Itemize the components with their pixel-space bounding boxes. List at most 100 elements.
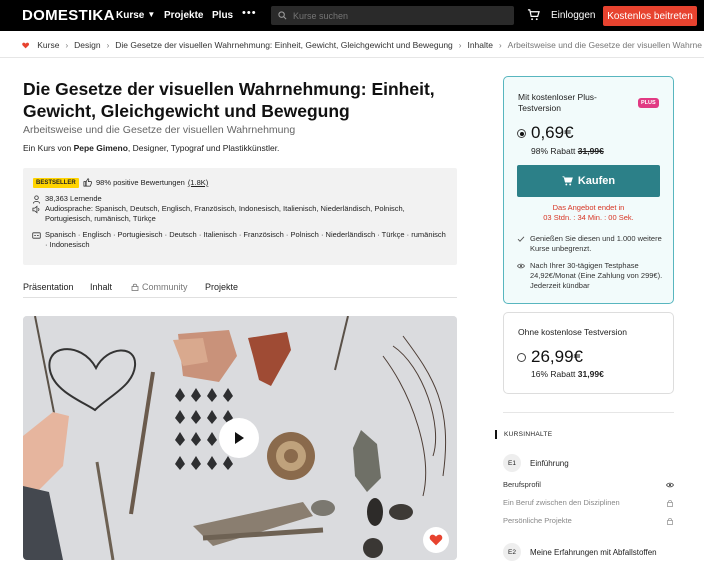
regular-old-price: 31,99€ <box>577 369 604 379</box>
login-link[interactable]: Einloggen <box>551 10 595 21</box>
lock-icon <box>667 517 673 525</box>
lesson-title: Ein Beruf zwischen den Disziplinen <box>503 498 620 507</box>
regular-discount-label: 16% Rabatt <box>531 369 576 379</box>
domestika-watermark-icon <box>423 527 449 553</box>
chapter-number: E2 <box>503 543 521 561</box>
chapter-item[interactable]: E2 Meine Erfahrungen mit Abfallstoffen <box>503 543 657 561</box>
learners-row: 38,363 Lernende <box>32 194 450 204</box>
page-title: Die Gesetze der visuellen Wahrnehmung: E… <box>23 79 435 121</box>
plus-badge: PLUS <box>638 98 659 108</box>
plus-card-title: Mit kostenloser Plus-Testversion <box>518 92 597 113</box>
feature-unlimited-text: Genießen Sie diesen und 1.000 weitere Ku… <box>530 234 662 253</box>
tab-praesentation[interactable]: Präsentation <box>23 282 74 292</box>
chapter-item[interactable]: E1 Einführung <box>503 454 569 472</box>
play-icon <box>235 432 244 444</box>
tab-community-label: Community <box>142 282 188 292</box>
user-icon <box>32 195 41 204</box>
lesson-item[interactable]: Berufsprofil <box>503 480 674 489</box>
nav-plus[interactable]: Plus <box>212 10 233 21</box>
feature-trial: Nach Ihrer 30-tägigen Testphase 24,92€/M… <box>517 261 667 291</box>
offer-timer: 03 Stdn. : 34 Min. : 00 Sek. <box>543 213 634 222</box>
cart-icon[interactable] <box>527 8 540 21</box>
chevron-right-icon: › <box>498 40 502 50</box>
chevron-right-icon: › <box>458 40 462 50</box>
lesson-item[interactable]: Ein Beruf zwischen den Disziplinen <box>503 498 674 507</box>
byline-prefix: Ein Kurs von <box>23 143 72 153</box>
breadcrumb-current: Arbeitsweise und die Gesetze der visuell… <box>507 40 702 50</box>
page-subtitle: Arbeitsweise und die Gesetze der visuell… <box>23 124 296 136</box>
offer-countdown: Das Angebot endet in 03 Stdn. : 34 Min. … <box>517 203 660 223</box>
offer-label: Das Angebot endet in <box>552 203 625 212</box>
subtitles-row: Spanisch · Englisch · Portugiesisch · De… <box>32 230 450 250</box>
breadcrumb-kurse[interactable]: Kurse <box>37 40 59 50</box>
divider <box>503 412 674 413</box>
nav-projekte[interactable]: Projekte <box>164 10 203 21</box>
search-icon <box>278 11 287 20</box>
domestika-heart-icon[interactable] <box>22 41 30 50</box>
cart-icon <box>562 176 573 186</box>
tab-community[interactable]: Community <box>131 282 188 292</box>
author-link[interactable]: Pepe Gimeno <box>74 143 128 153</box>
course-contents-heading: KURSINHALTE <box>495 430 552 439</box>
bestseller-badge: BESTSELLER <box>33 178 79 188</box>
heading-bar <box>495 430 497 439</box>
lesson-title: Berufsprofil <box>503 480 541 489</box>
breadcrumb-inhalte[interactable]: Inhalte <box>467 40 493 50</box>
byline-suffix: , Designer, Typograf und Plastikkünstler… <box>127 143 280 153</box>
breadcrumb: Kurse › Design › Die Gesetze der visuell… <box>22 39 702 51</box>
search-input[interactable] <box>293 10 503 21</box>
buy-button[interactable]: Kaufen <box>517 165 660 197</box>
lock-icon <box>667 499 673 507</box>
regular-discount: 16% Rabatt 31,99€ <box>531 369 604 379</box>
breadcrumb-design[interactable]: Design <box>74 40 100 50</box>
plus-old-price: 31,99€ <box>577 146 604 156</box>
tab-projekte[interactable]: Projekte <box>205 282 238 292</box>
audio-row: Audiosprache: Spanisch, Deutsch, Englisc… <box>32 204 450 224</box>
chapter-title: Einführung <box>530 458 569 468</box>
check-icon <box>517 236 525 242</box>
chapter-number: E1 <box>503 454 521 472</box>
tabs-divider <box>23 297 457 298</box>
plus-option-radio[interactable] <box>517 129 526 138</box>
divider <box>0 57 704 58</box>
subtitles-icon <box>32 232 41 239</box>
lesson-title: Persönliche Projekte <box>503 516 572 525</box>
subtitle-languages: Spanisch · Englisch · Portugiesisch · De… <box>45 230 446 249</box>
speaker-icon <box>32 205 40 214</box>
feature-unlimited: Genießen Sie diesen und 1.000 weitere Ku… <box>517 234 667 254</box>
lesson-item[interactable]: Persönliche Projekte <box>503 516 674 525</box>
plus-price: 0,69€ <box>531 123 574 142</box>
signup-button[interactable]: Kostenlos beitreten <box>603 6 697 26</box>
chapter-title: Meine Erfahrungen mit Abfallstoffen <box>530 547 657 557</box>
search-box[interactable] <box>271 6 514 25</box>
thumbs-up-icon <box>83 178 92 187</box>
chevron-down-icon: ▼ <box>147 10 156 19</box>
regular-card-title: Ohne kostenlose Testversion <box>518 327 627 337</box>
buy-label: Kaufen <box>577 175 616 187</box>
plus-discount-label: 98% Rabatt <box>531 146 576 156</box>
rating: 98% positive Bewertungen (1.8K) <box>83 178 208 187</box>
chevron-right-icon: › <box>106 40 110 50</box>
tab-inhalt[interactable]: Inhalt <box>90 282 112 292</box>
regular-price-card: Ohne kostenlose Testversion 26,99€ 16% R… <box>503 312 674 394</box>
regular-price: 26,99€ <box>531 347 583 366</box>
plus-trial-card: Mit kostenloser Plus-Testversion PLUS 0,… <box>503 76 674 304</box>
play-button[interactable] <box>219 418 259 458</box>
eye-icon <box>666 482 674 487</box>
breadcrumb-course[interactable]: Die Gesetze der visuellen Wahrnehmung: E… <box>115 40 453 50</box>
more-menu-icon[interactable]: ••• <box>242 7 257 19</box>
logo[interactable]: DOMESTIKA <box>22 7 115 24</box>
rating-count-link[interactable]: (1.8K) <box>188 178 208 187</box>
lock-icon <box>131 283 139 291</box>
top-nav: DOMESTIKA Kurse▼ Projekte Plus ••• Einlo… <box>0 0 704 31</box>
course-info-box: BESTSELLER 98% positive Bewertungen (1.8… <box>23 168 457 265</box>
regular-option-radio[interactable] <box>517 353 526 362</box>
nav-kurse[interactable]: Kurse ▼ <box>116 10 155 21</box>
eye-icon <box>517 263 525 269</box>
audio-languages: Audiosprache: Spanisch, Deutsch, Englisc… <box>45 204 405 223</box>
course-contents-label: KURSINHALTE <box>504 431 553 438</box>
feature-trial-text: Nach Ihrer 30-tägigen Testphase 24,92€/M… <box>530 261 663 290</box>
learners-count: 38,363 Lernende <box>45 194 102 203</box>
chevron-right-icon: › <box>65 40 69 50</box>
video-player[interactable] <box>23 316 457 560</box>
